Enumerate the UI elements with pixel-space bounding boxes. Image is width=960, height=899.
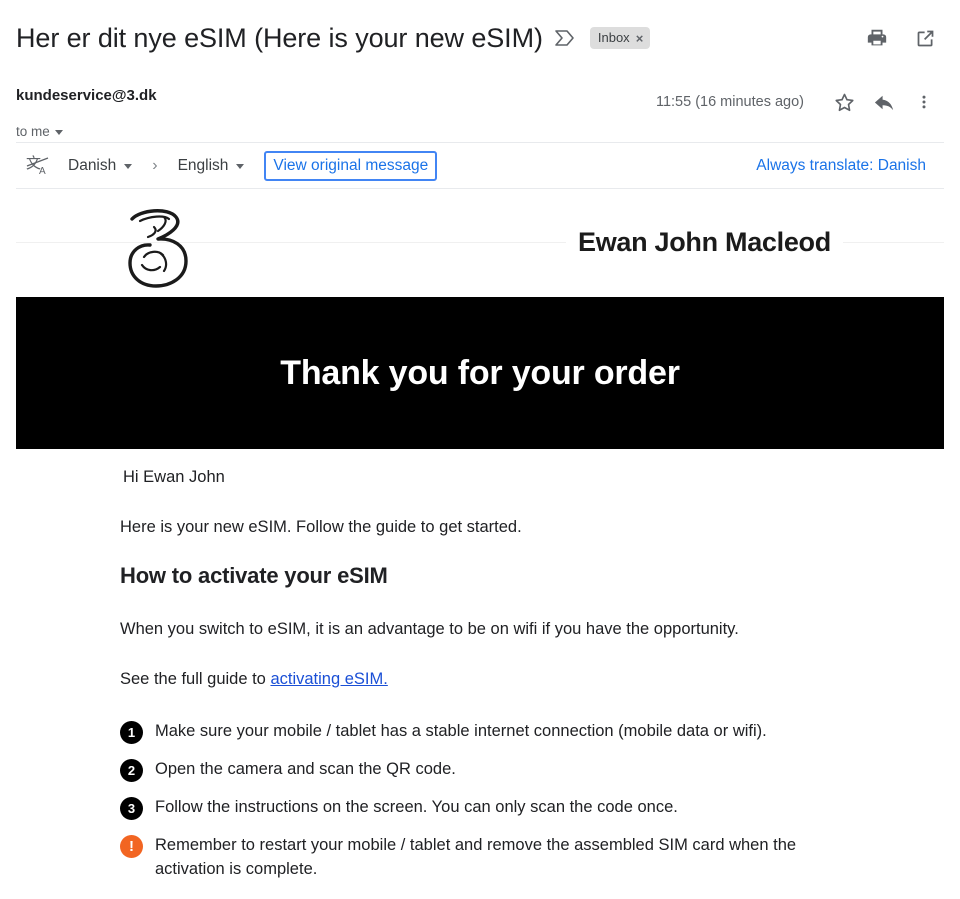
list-item: 1 Make sure your mobile / tablet has a s…: [120, 719, 944, 744]
list-item: 3 Follow the instructions on the screen.…: [120, 795, 944, 820]
activation-steps-list: 1 Make sure your mobile / tablet has a s…: [120, 719, 944, 881]
target-language-dropdown[interactable]: English: [176, 154, 247, 178]
intro-text: Here is your new eSIM. Follow the guide …: [120, 518, 522, 536]
three-logo: [120, 205, 200, 289]
chevron-down-icon: [124, 164, 133, 169]
activating-esim-link[interactable]: activating eSIM.: [270, 670, 387, 688]
step-text: Follow the instructions on the screen. Y…: [155, 798, 678, 816]
translate-icon: 文 A: [24, 151, 54, 181]
view-original-message-button[interactable]: View original message: [264, 150, 438, 181]
language-arrow-icon: ›: [152, 156, 158, 174]
source-language-label: Danish: [68, 156, 117, 174]
hero-banner: Thank you for your order: [16, 297, 944, 449]
star-icon[interactable]: [824, 86, 864, 118]
more-options-icon[interactable]: [904, 86, 944, 118]
target-language-label: English: [177, 156, 229, 174]
guide-prefix-text: See the full guide to: [120, 670, 271, 688]
email-body: Ewan John Macleod Thank you for your ord…: [0, 189, 960, 881]
brand-name: Ewan John Macleod: [566, 222, 843, 262]
step-text: Remember to restart your mobile / tablet…: [155, 836, 797, 878]
close-icon[interactable]: ×: [636, 32, 644, 45]
step-number-badge: 3: [120, 797, 143, 820]
reply-icon[interactable]: [864, 86, 904, 118]
section-heading: How to activate your eSIM: [120, 563, 388, 588]
header-actions: [864, 25, 944, 51]
step-text: Make sure your mobile / tablet has a sta…: [155, 722, 767, 740]
list-item: 2 Open the camera and scan the QR code.: [120, 757, 944, 782]
warning-icon: !: [120, 835, 143, 858]
print-icon[interactable]: [864, 25, 890, 51]
hero-heading: Thank you for your order: [280, 353, 680, 392]
brand-row: Ewan John Macleod: [16, 189, 944, 297]
message-timestamp: 11:55 (16 minutes ago): [655, 94, 804, 110]
source-language-dropdown[interactable]: Danish: [66, 154, 134, 178]
message-actions: 11:55 (16 minutes ago): [656, 86, 944, 118]
label-chip-inbox[interactable]: Inbox ×: [589, 27, 651, 49]
recipient-label: to me: [16, 124, 50, 139]
step-number-badge: 2: [120, 759, 143, 782]
recipient-dropdown[interactable]: to me: [16, 124, 63, 139]
subject-header: Her er dit nye eSIM (Here is your new eS…: [0, 0, 960, 62]
svg-text:A: A: [39, 166, 46, 177]
always-translate-link[interactable]: Always translate: Danish: [756, 157, 942, 175]
step-number-badge: 1: [120, 721, 143, 744]
sender-line: kundeservice@3.dk 11:55 (16 minutes ago): [16, 86, 944, 118]
importance-marker-icon[interactable]: [554, 28, 576, 48]
guide-paragraph: See the full guide to activating eSIM.: [120, 667, 944, 691]
page-title: Her er dit nye eSIM (Here is your new eS…: [16, 23, 543, 53]
chevron-down-icon: [236, 164, 245, 169]
sender-email[interactable]: kundeservice@3.dk: [16, 86, 157, 106]
greeting-text: Hi Ewan John: [123, 468, 225, 486]
chevron-down-icon: [54, 130, 63, 135]
sender-block: kundeservice@3.dk 11:55 (16 minutes ago): [0, 62, 960, 139]
step-text: Open the camera and scan the QR code.: [155, 760, 456, 778]
label-chip-text: Inbox: [597, 30, 630, 45]
list-item: ! Remember to restart your mobile / tabl…: [120, 833, 944, 881]
translate-bar: 文 A Danish › English View original messa…: [16, 142, 944, 189]
wifi-note-text: When you switch to eSIM, it is an advant…: [120, 620, 739, 638]
body-content: Hi Ewan John Here is your new eSIM. Foll…: [0, 465, 960, 881]
open-in-new-window-icon[interactable]: [912, 25, 938, 51]
